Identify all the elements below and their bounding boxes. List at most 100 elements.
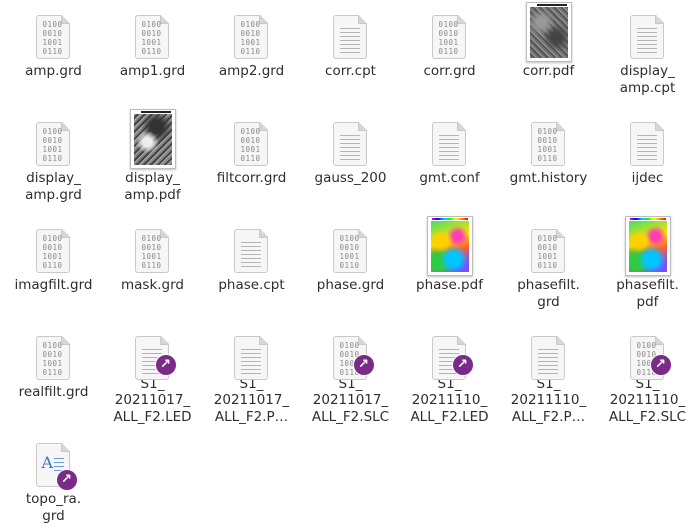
symlink-arrow-icon: ↗ (353, 354, 375, 376)
file-name-label: imagfilt.grd (6, 277, 102, 294)
text-lines-glyph (637, 135, 657, 163)
file-item[interactable]: phase.pdf (400, 214, 499, 318)
binary-digits-glyph: 0100001010010110 (39, 127, 67, 163)
file-name-label: S1_20211017_ALL_F2.LED (105, 376, 201, 426)
text-file-icon (333, 15, 369, 61)
file-name-label: phase.cpt (204, 277, 300, 294)
file-item[interactable]: 0100001010010110phase.grd (301, 214, 400, 318)
binary-digits-glyph: 0100001010010110 (534, 234, 562, 270)
file-item[interactable]: display_amp.cpt (598, 0, 693, 104)
file-name-label: corr.grd (402, 63, 498, 80)
binary-digits-glyph: 0100001010010110 (534, 127, 562, 163)
text-file-icon: ↗ (432, 336, 468, 374)
file-name-label: realfilt.grd (6, 384, 102, 401)
file-name-label: S1_20211110_ALL_F2.LED (402, 376, 498, 426)
thumbnail-scale-bar (630, 218, 666, 220)
file-item[interactable]: 0100001010010110amp.grd (4, 0, 103, 104)
text-lines-glyph (241, 242, 261, 270)
file-item[interactable]: A↗topo_ra.grd (4, 428, 103, 532)
file-item[interactable]: 0100001010010110phasefilt.grd (499, 214, 598, 318)
text-file-icon (333, 122, 369, 168)
file-item[interactable]: 0100001010010110 display_amp.grd (4, 107, 103, 211)
file-item[interactable]: gmt.conf (400, 107, 499, 211)
binary-digits-glyph: 0100001010010110 (336, 234, 364, 270)
file-item[interactable]: 0100001010010110filtcorr.grd (202, 107, 301, 211)
binary-digits-glyph: 0100001010010110 (237, 127, 265, 163)
symlink-arrow-icon: ↗ (452, 354, 474, 376)
file-icon-grid: 0100001010010110amp.grd0100001010010110a… (4, 0, 693, 521)
file-name-label: ijdec (600, 170, 693, 187)
file-item[interactable]: 0100001010010110 imagfilt.grd (4, 214, 103, 318)
file-item[interactable]: S1_20211110_ALL_F2.P… (499, 321, 598, 425)
file-item[interactable]: phase.cpt (202, 214, 301, 318)
binary-digits-glyph: 0100001010010110 (435, 20, 463, 56)
rich-text-file-icon: A↗ (36, 443, 72, 489)
file-name-label: S1_20211110_ALL_F2.SLC (600, 376, 693, 426)
file-item[interactable]: 0100001010010110↗S1_20211110_ALL_F2.SLC (598, 321, 693, 425)
binary-file-icon: 0100001010010110 (36, 229, 72, 275)
pdf-thumbnail (526, 2, 572, 62)
file-item[interactable]: ↗S1_20211017_ALL_F2.LED (103, 321, 202, 425)
file-name-label: amp1.grd (105, 63, 201, 80)
rich-text-glyph: A (42, 453, 54, 472)
file-item[interactable]: 0100001010010110↗S1_20211017_ALL_F2.SLC (301, 321, 400, 425)
binary-file-icon: 0100001010010110↗ (333, 336, 369, 374)
text-lines-glyph (241, 349, 261, 377)
binary-file-icon: 0100001010010110 (333, 229, 369, 275)
file-item[interactable]: ↗S1_20211110_ALL_F2.LED (400, 321, 499, 425)
pdf-thumbnail (625, 216, 671, 276)
text-lines-glyph (340, 28, 360, 56)
text-file-icon (630, 122, 666, 168)
binary-digits-glyph: 0100001010010110 (138, 20, 166, 56)
file-item[interactable]: 0100001010010110gmt.history (499, 107, 598, 211)
thumbnail-image (134, 114, 172, 165)
file-item[interactable]: 0100001010010110mask.grd (103, 214, 202, 318)
file-name-label: phase.pdf (402, 277, 498, 294)
text-lines-glyph (538, 349, 558, 377)
file-name-label: S1_20211017_ALL_F2.P… (204, 376, 300, 426)
binary-file-icon: 0100001010010110 (531, 229, 567, 275)
file-item[interactable]: gauss_200 (301, 107, 400, 211)
file-name-label: display_amp.grd (6, 170, 102, 203)
file-name-label: corr.cpt (303, 63, 399, 80)
file-item[interactable]: corr.cpt (301, 0, 400, 104)
binary-digits-glyph: 0100001010010110 (237, 20, 265, 56)
pdf-thumbnail-icon (135, 122, 171, 168)
text-file-icon (234, 336, 270, 374)
file-name-label: gauss_200 (303, 170, 399, 187)
text-file-icon: ↗ (135, 336, 171, 374)
file-name-label: S1_20211017_ALL_F2.SLC (303, 376, 399, 426)
file-item[interactable]: 0100001010010110 amp1.grd (103, 0, 202, 104)
symlink-arrow-icon: ↗ (56, 469, 78, 491)
binary-file-icon: 0100001010010110 (234, 15, 270, 61)
file-item[interactable]: display_amp.pdf (103, 107, 202, 211)
binary-digits-glyph: 0100001010010110 (138, 234, 166, 270)
text-lines-glyph (439, 135, 459, 163)
binary-file-icon: 0100001010010110 (36, 336, 72, 382)
file-name-label: corr.pdf (501, 63, 597, 80)
text-lines-glyph (637, 28, 657, 56)
symlink-arrow-icon: ↗ (155, 354, 177, 376)
binary-file-icon: 0100001010010110 (36, 15, 72, 61)
file-item[interactable]: corr.pdf (499, 0, 598, 104)
text-file-icon (630, 15, 666, 61)
file-name-label: gmt.conf (402, 170, 498, 187)
binary-file-icon: 0100001010010110 (531, 122, 567, 168)
file-item[interactable]: S1_20211017_ALL_F2.P… (202, 321, 301, 425)
file-name-label: amp2.grd (204, 63, 300, 80)
file-name-label: display_amp.pdf (105, 170, 201, 203)
file-item[interactable]: 0100001010010110 realfilt.grd (4, 321, 103, 425)
text-file-icon (234, 229, 270, 275)
pdf-thumbnail (427, 216, 473, 276)
thumbnail-scale-bar (537, 4, 567, 6)
file-item[interactable]: 0100001010010110 corr.grd (400, 0, 499, 104)
binary-digits-glyph: 0100001010010110 (39, 20, 67, 56)
pdf-thumbnail-icon (531, 15, 567, 61)
file-item[interactable]: phasefilt.pdf (598, 214, 693, 318)
file-item[interactable]: ijdec (598, 107, 693, 211)
thumbnail-image (629, 221, 667, 272)
binary-file-icon: 0100001010010110 (36, 122, 72, 168)
thumbnail-image (530, 7, 568, 58)
file-item[interactable]: 0100001010010110 amp2.grd (202, 0, 301, 104)
binary-digits-glyph: 0100001010010110 (39, 234, 67, 270)
